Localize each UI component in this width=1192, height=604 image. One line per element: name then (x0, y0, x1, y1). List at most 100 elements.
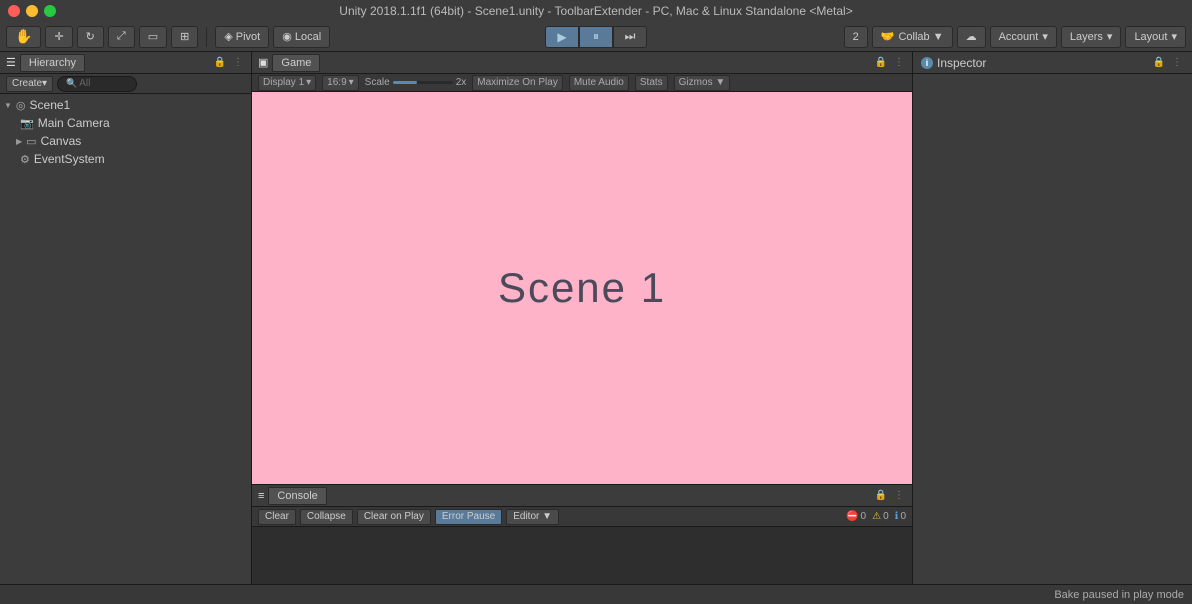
error-icon: ⛔ (846, 511, 858, 522)
main-camera-label: Main Camera (38, 116, 110, 130)
error-pause-button[interactable]: Error Pause (435, 509, 502, 525)
hierarchy-tab[interactable]: Hierarchy (20, 54, 85, 72)
inspector-panel-icons: 🔒 ⋮ (1152, 56, 1184, 70)
layers-number: 2 (853, 31, 859, 43)
window-title: Unity 2018.1.1f1 (64bit) - Scene1.unity … (339, 4, 852, 18)
inspector-panel: i Inspector 🔒 ⋮ (912, 52, 1192, 604)
collab-button[interactable]: 🤝 Collab ▼ (872, 26, 953, 48)
editor-dropdown[interactable]: Editor ▼ (506, 509, 559, 525)
layout-button[interactable]: Layout ▾ (1125, 26, 1186, 48)
right-toolbar: 2 🤝 Collab ▼ ☁ Account ▾ Layers ▾ Layout… (844, 26, 1186, 48)
display-dropdown[interactable]: Display 1 ▾ (258, 75, 316, 91)
collab-label: Collab ▼ (898, 31, 943, 43)
inspector-lock-icon[interactable]: 🔒 (1152, 56, 1166, 70)
hierarchy-item-scene1[interactable]: ▼ ◎ Scene1 (0, 96, 251, 114)
hierarchy-item-main-camera[interactable]: 📷 Main Camera (0, 114, 251, 132)
maximize-label: Maximize On Play (477, 77, 558, 88)
hierarchy-menu-icon[interactable]: ⋮ (231, 56, 245, 70)
play-button[interactable]: ▶ (545, 26, 579, 48)
step-icon: ⏭ (625, 29, 636, 44)
pivot-button[interactable]: ◈ Pivot (215, 26, 269, 48)
game-canvas: Scene 1 (252, 92, 912, 484)
gizmos-label: Gizmos ▼ (679, 77, 726, 88)
game-menu-icon[interactable]: ⋮ (892, 56, 906, 70)
hierarchy-search[interactable]: 🔍 All (57, 76, 137, 92)
console-icons: ⛔ 0 ⚠ 0 ℹ 0 (846, 511, 906, 522)
pause-button[interactable]: ⏸ (579, 26, 613, 48)
inspector-menu-icon[interactable]: ⋮ (1170, 56, 1184, 70)
clear-button[interactable]: Clear (258, 509, 296, 525)
account-dropdown-icon: ▾ (1042, 30, 1048, 43)
info-count: 0 (900, 511, 906, 522)
scale-tool-button[interactable]: ⤢ (108, 26, 135, 48)
eventsystem-icon: ⚙ (20, 153, 30, 166)
scale-slider-fill (393, 81, 417, 84)
hand-icon: ✋ (15, 28, 32, 45)
console-lock-icon[interactable]: 🔒 (874, 489, 888, 503)
hierarchy-item-canvas[interactable]: ▶ ▭ Canvas (0, 132, 251, 150)
hierarchy-lock-icon[interactable]: 🔒 (213, 56, 227, 70)
display-label: Display 1 (263, 77, 304, 88)
search-icon: 🔍 (66, 78, 77, 89)
step-button[interactable]: ⏭ (613, 26, 647, 48)
warning-icon: ⚠ (872, 511, 881, 522)
create-button[interactable]: Create ▾ (6, 76, 53, 92)
stats-button[interactable]: Stats (635, 75, 668, 91)
canvas-expand-icon: ▶ (16, 137, 22, 146)
game-lock-icon[interactable]: 🔒 (874, 56, 888, 70)
error-count-group: ⛔ 0 (846, 511, 866, 522)
clear-on-play-button[interactable]: Clear on Play (357, 509, 431, 525)
hierarchy-item-eventsystem[interactable]: ⚙ EventSystem (0, 150, 251, 168)
gizmos-dropdown[interactable]: Gizmos ▼ (674, 75, 731, 91)
hierarchy-content: ▼ ◎ Scene1 📷 Main Camera ▶ ▭ Canvas ⚙ Ev… (0, 94, 251, 604)
game-tab-bar: ▣ Game 🔒 ⋮ (252, 52, 912, 74)
game-tab-panel-icons: 🔒 ⋮ (874, 56, 906, 70)
layers-dropdown-icon: ▾ (1107, 30, 1113, 43)
layers-number-button[interactable]: 2 (844, 26, 868, 48)
collapse-button[interactable]: Collapse (300, 509, 353, 525)
game-tab[interactable]: Game (272, 54, 320, 72)
main-toolbar: ✋ ✛ ↻ ⤢ ▭ ⊞ ◈ Pivot ◉ Local ▶ ⏸ ⏭ (0, 22, 1192, 52)
move-tool-button[interactable]: ✛ (45, 26, 72, 48)
collab-icon: 🤝 (881, 30, 895, 43)
window-controls (8, 5, 56, 17)
mute-label: Mute Audio (574, 77, 624, 88)
local-label: Local (295, 31, 321, 43)
game-tab-icon: ▣ (258, 56, 268, 69)
status-bar: Bake paused in play mode (0, 584, 1192, 604)
layout-label: Layout (1134, 31, 1167, 43)
scale-value: 2x (456, 77, 467, 88)
minimize-button[interactable] (26, 5, 38, 17)
cloud-button[interactable]: ☁ (957, 26, 986, 48)
aspect-dropdown[interactable]: 16:9 ▾ (322, 75, 359, 91)
console-menu-icon[interactable]: ⋮ (892, 489, 906, 503)
local-button[interactable]: ◉ Local (273, 26, 330, 48)
rect-tool-button[interactable]: ▭ (139, 26, 167, 48)
console-tab[interactable]: Console (268, 487, 326, 505)
account-button[interactable]: Account ▾ (990, 26, 1057, 48)
hierarchy-header: ☰ Hierarchy 🔒 ⋮ (0, 52, 251, 74)
scale-icon: ⤢ (117, 30, 126, 43)
play-icon: ▶ (557, 30, 566, 44)
layers-button[interactable]: Layers ▾ (1061, 26, 1122, 48)
scene-icon: ◎ (16, 99, 26, 112)
rotate-icon: ↻ (86, 30, 95, 43)
transform-tool-button[interactable]: ⊞ (171, 26, 198, 48)
maximize-button[interactable] (44, 5, 56, 17)
console-panel-icons: 🔒 ⋮ (874, 489, 906, 503)
rotate-tool-button[interactable]: ↻ (77, 26, 104, 48)
transform-icon: ⊞ (180, 30, 189, 43)
scale-control: Scale 2x (365, 77, 467, 88)
scene-text: Scene 1 (498, 264, 666, 312)
search-placeholder: All (79, 78, 90, 89)
maximize-on-play-toggle[interactable]: Maximize On Play (472, 75, 563, 91)
close-button[interactable] (8, 5, 20, 17)
layout-dropdown-icon: ▾ (1171, 30, 1177, 43)
hand-tool-button[interactable]: ✋ (6, 26, 41, 48)
console-tab-icon: ≡ (258, 490, 264, 502)
camera-icon: 📷 (20, 117, 34, 130)
scale-slider-track[interactable] (393, 81, 453, 84)
mute-audio-toggle[interactable]: Mute Audio (569, 75, 629, 91)
scene1-label: Scene1 (30, 98, 71, 112)
create-dropdown-icon: ▾ (42, 78, 47, 89)
